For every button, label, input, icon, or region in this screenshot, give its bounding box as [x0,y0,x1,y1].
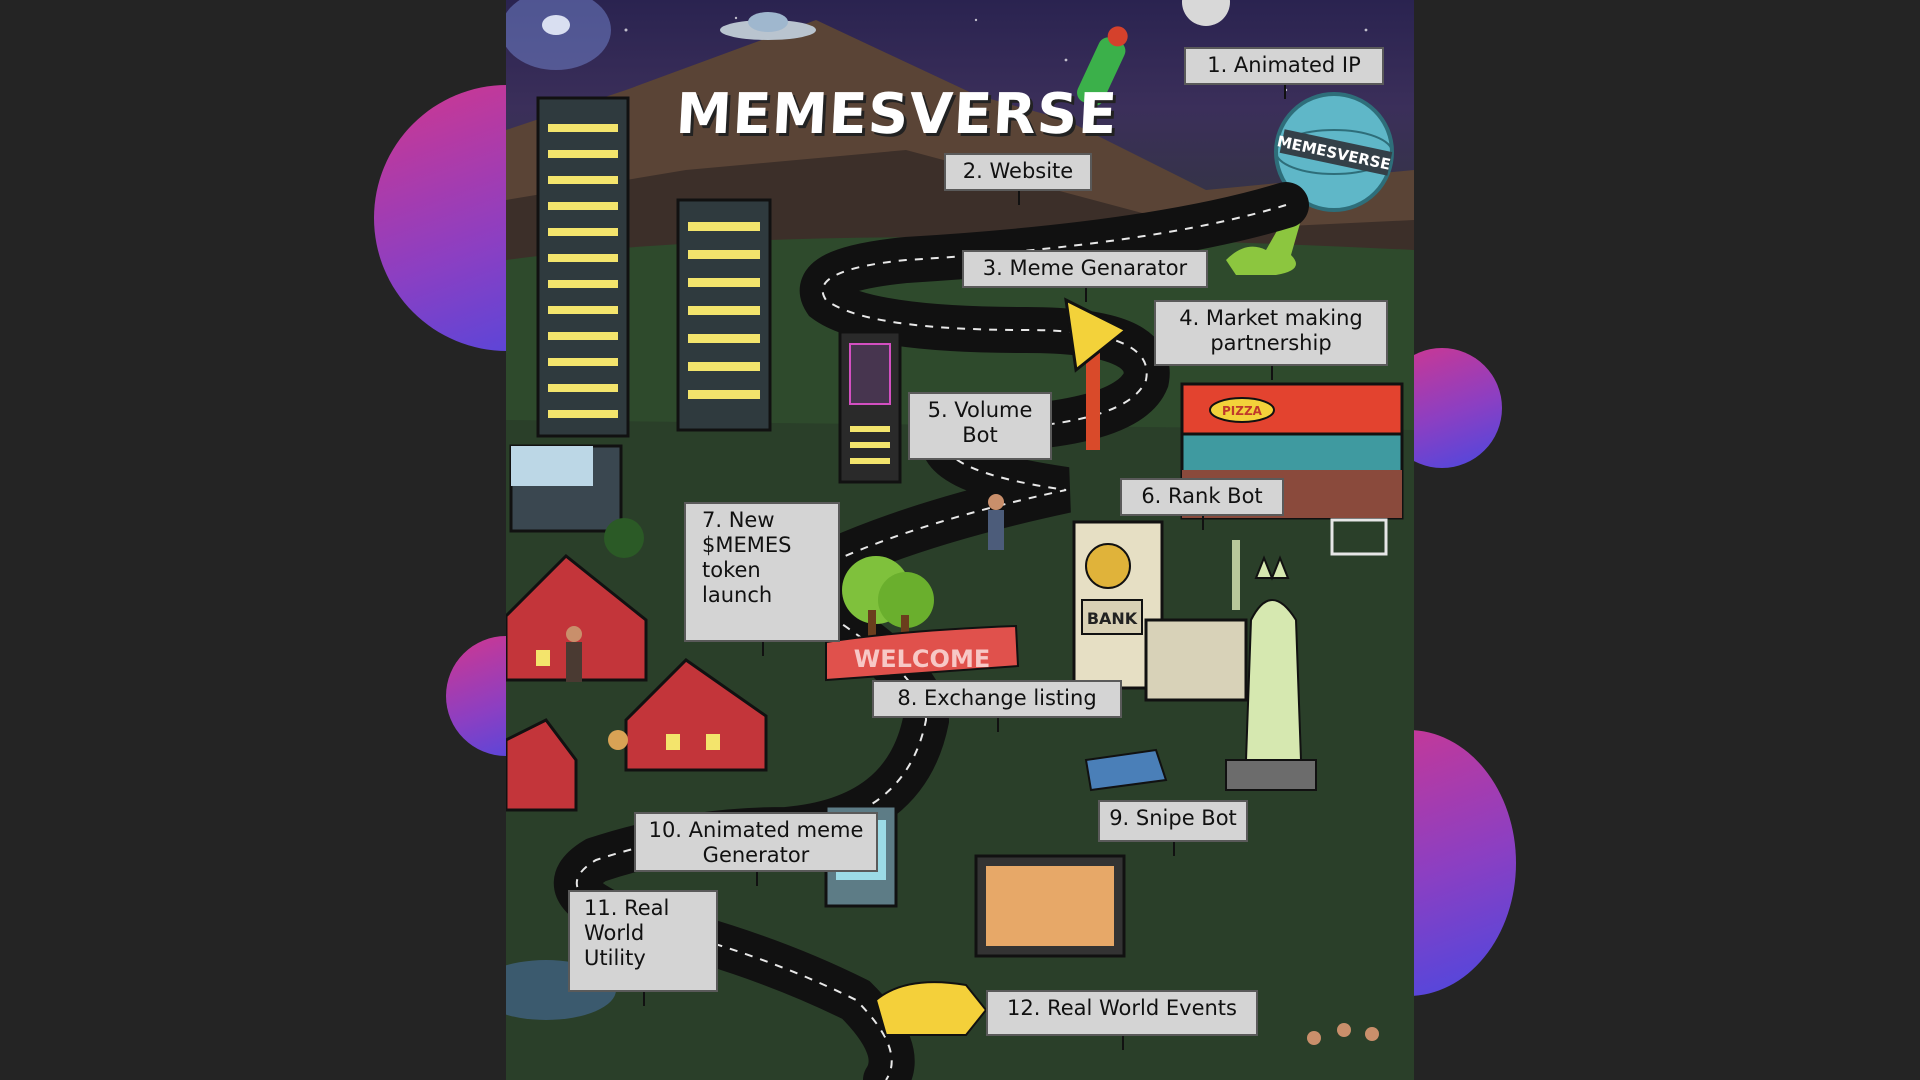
bank-sign: BANK [1087,609,1138,628]
roadmap-step-12[interactable]: 12. Real World Events [986,990,1258,1050]
galaxy [506,0,611,70]
moon [1182,0,1230,26]
roadmap-step-9[interactable]: 9. Snipe Bot [1098,800,1248,856]
roadmap-step-1[interactable]: 1. Animated IP [1184,47,1384,99]
skyscraper-mid [676,198,772,432]
roadmap-step-8[interactable]: 8. Exchange listing [872,680,1122,732]
roadmap-step-6[interactable]: 6. Rank Bot [1120,478,1284,530]
roadmap-step-7[interactable]: 7. New $MEMES token launch [684,502,840,656]
roadmap-step-5[interactable]: 5. Volume Bot [908,392,1052,474]
pizza-restaurant-sign: PIZZA [1222,404,1263,418]
roadmap-step-3[interactable]: 3. Meme Genarator [962,250,1208,302]
roadmap-step-11[interactable]: 11. Real World Utility [568,890,718,1006]
roadmap-step-4[interactable]: 4. Market making partnership [1154,300,1388,380]
memesverse-logo: MEMESVERSE [674,82,1120,147]
roadmap-illustration: MEMESVERSE PIZZA BANK WELCOME MEMESVERSE… [506,0,1414,1080]
skyscraper-left [536,96,630,438]
welcome-banner-text: WELCOME [854,645,990,673]
yellow-car [874,981,988,1036]
roadmap-step-10[interactable]: 10. Animated meme Generator [634,812,878,886]
roadmap-step-2[interactable]: 2. Website [944,153,1092,205]
palm-tower [838,330,902,484]
